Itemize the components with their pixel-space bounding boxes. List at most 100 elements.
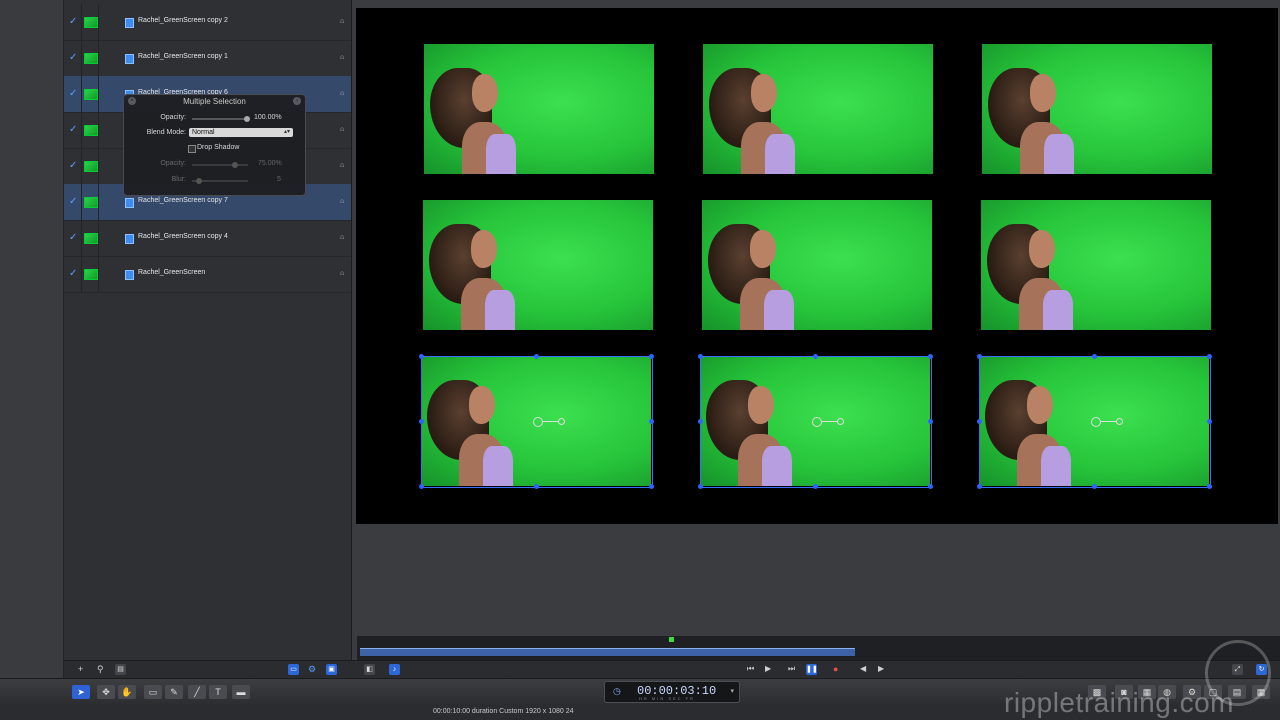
anchor-point-icon[interactable] xyxy=(1091,417,1101,427)
transform-handle[interactable] xyxy=(698,419,703,424)
timeline-clip-bar[interactable] xyxy=(360,648,855,656)
visibility-checkbox[interactable]: ✓ xyxy=(69,161,79,171)
group-view-button[interactable]: ▣ xyxy=(326,664,337,675)
layers-view-button[interactable]: ▭ xyxy=(288,664,299,675)
lock-icon[interactable]: ⌂ xyxy=(340,90,344,97)
layer-row[interactable]: ✓ Rachel_GreenScreen copy 4 ⌂ xyxy=(64,220,351,257)
transform-handle[interactable] xyxy=(1207,484,1212,489)
transform-tool-icon[interactable]: ✥ xyxy=(97,685,115,699)
visibility-checkbox[interactable]: ✓ xyxy=(69,53,79,63)
visibility-checkbox[interactable]: ✓ xyxy=(69,125,79,135)
blend-mode-popup[interactable]: Normal ▴▾ xyxy=(189,128,293,137)
transform-handle[interactable] xyxy=(977,484,982,489)
shadow-opacity-knob[interactable] xyxy=(232,162,238,168)
info-icon[interactable]: i xyxy=(293,97,301,105)
lock-icon[interactable]: ⌂ xyxy=(340,126,344,133)
layer-options-icon[interactable]: ▤ xyxy=(115,664,126,675)
anchor-point-icon[interactable] xyxy=(812,417,822,427)
layer-row[interactable]: ✓ Rachel_GreenScreen ⌂ xyxy=(64,256,351,293)
gear-icon[interactable]: ⚙ xyxy=(308,664,316,675)
green-screen-clip[interactable] xyxy=(703,44,933,174)
transform-handle[interactable] xyxy=(419,484,424,489)
canvas[interactable] xyxy=(356,8,1278,524)
blur-value[interactable]: 5 xyxy=(277,176,281,183)
transform-handle[interactable] xyxy=(534,354,539,359)
transform-handle[interactable] xyxy=(1207,354,1212,359)
playhead-marker[interactable] xyxy=(669,637,674,642)
visibility-checkbox[interactable]: ✓ xyxy=(69,89,79,99)
visibility-checkbox[interactable]: ✓ xyxy=(69,233,79,243)
transform-handle[interactable] xyxy=(813,354,818,359)
opacity-slider[interactable] xyxy=(192,116,250,122)
layer-name[interactable]: Rachel_GreenScreen copy 1 xyxy=(138,53,228,60)
transform-handle[interactable] xyxy=(534,484,539,489)
visibility-checkbox[interactable]: ✓ xyxy=(69,197,79,207)
blur-slider[interactable] xyxy=(192,178,248,184)
layer-name[interactable]: Rachel_GreenScreen copy 4 xyxy=(138,233,228,240)
record-icon[interactable]: ● xyxy=(833,664,838,674)
shape-tool-icon[interactable]: ▭ xyxy=(144,685,162,699)
green-screen-clip[interactable] xyxy=(423,200,653,330)
play-icon[interactable]: ▶ xyxy=(765,664,771,673)
visibility-checkbox[interactable]: ✓ xyxy=(69,17,79,27)
opacity-slider-knob[interactable] xyxy=(244,116,250,122)
brush-tool-icon[interactable]: ╱ xyxy=(188,685,206,699)
lock-icon[interactable]: ⌂ xyxy=(340,162,344,169)
green-screen-clip[interactable] xyxy=(424,44,654,174)
anchor-point-icon[interactable] xyxy=(533,417,543,427)
rotation-handle[interactable] xyxy=(1116,418,1123,425)
lock-icon[interactable]: ⌂ xyxy=(340,234,344,241)
selection-bounding-box[interactable] xyxy=(977,354,1212,489)
chevron-down-icon[interactable]: ▾ xyxy=(730,687,734,695)
visibility-checkbox[interactable]: ✓ xyxy=(69,269,79,279)
lock-icon[interactable]: ⌂ xyxy=(340,54,344,61)
green-screen-clip[interactable] xyxy=(981,200,1211,330)
layer-row[interactable]: ✓ Rachel_GreenScreen copy 2 ⌂ xyxy=(64,4,351,41)
search-icon[interactable]: ⚲ xyxy=(97,664,104,675)
selection-bounding-box[interactable] xyxy=(698,354,933,489)
transform-handle[interactable] xyxy=(649,354,654,359)
transform-handle[interactable] xyxy=(1207,419,1212,424)
transform-handle[interactable] xyxy=(977,354,982,359)
transform-handle[interactable] xyxy=(698,354,703,359)
transform-handle[interactable] xyxy=(419,419,424,424)
previous-frame-icon[interactable]: ◀ xyxy=(860,664,866,673)
next-frame-icon[interactable]: ▶ xyxy=(878,664,884,673)
lock-icon[interactable]: ⌂ xyxy=(340,198,344,205)
mask-tool-icon[interactable]: ▬ xyxy=(232,685,250,699)
transform-handle[interactable] xyxy=(698,484,703,489)
layer-name[interactable]: Rachel_GreenScreen xyxy=(138,269,205,276)
transform-handle[interactable] xyxy=(1092,484,1097,489)
text-tool-icon[interactable]: T xyxy=(209,685,227,699)
layer-row[interactable]: ✓ Rachel_GreenScreen copy 1 ⌂ xyxy=(64,40,351,77)
transform-handle[interactable] xyxy=(928,484,933,489)
go-to-end-icon[interactable]: ⏭ xyxy=(788,664,795,674)
green-screen-clip[interactable] xyxy=(982,44,1212,174)
pen-tool-icon[interactable]: ✎ xyxy=(165,685,183,699)
add-icon[interactable]: + xyxy=(78,664,83,674)
audio-icon[interactable]: ♪ xyxy=(389,664,400,675)
lock-icon[interactable]: ⌂ xyxy=(340,270,344,277)
green-screen-clip[interactable] xyxy=(702,200,932,330)
pause-icon[interactable]: ❚❚ xyxy=(806,664,818,675)
transform-handle[interactable] xyxy=(928,354,933,359)
transform-handle[interactable] xyxy=(813,484,818,489)
transform-handle[interactable] xyxy=(1092,354,1097,359)
layer-name[interactable]: Rachel_GreenScreen copy 7 xyxy=(138,197,228,204)
transform-handle[interactable] xyxy=(649,484,654,489)
transform-handle[interactable] xyxy=(977,419,982,424)
transform-handle[interactable] xyxy=(419,354,424,359)
timecode-display[interactable]: ◷ 00:00:03:10 HR MIN SEC FR ▾ xyxy=(604,681,740,703)
shadow-opacity-slider[interactable] xyxy=(192,162,248,168)
drop-shadow-checkbox[interactable] xyxy=(188,145,196,153)
transform-handle[interactable] xyxy=(649,419,654,424)
layer-name[interactable]: Rachel_GreenScreen copy 2 xyxy=(138,17,228,24)
opacity-value[interactable]: 100.00% xyxy=(254,114,282,121)
transform-handle[interactable] xyxy=(928,419,933,424)
rotation-handle[interactable] xyxy=(558,418,565,425)
selection-bounding-box[interactable] xyxy=(419,354,654,489)
go-to-start-icon[interactable]: ⏮ xyxy=(747,664,754,674)
hand-tool-icon[interactable]: ✋ xyxy=(118,685,136,699)
rotation-handle[interactable] xyxy=(837,418,844,425)
shadow-opacity-value[interactable]: 75.00% xyxy=(258,160,282,167)
